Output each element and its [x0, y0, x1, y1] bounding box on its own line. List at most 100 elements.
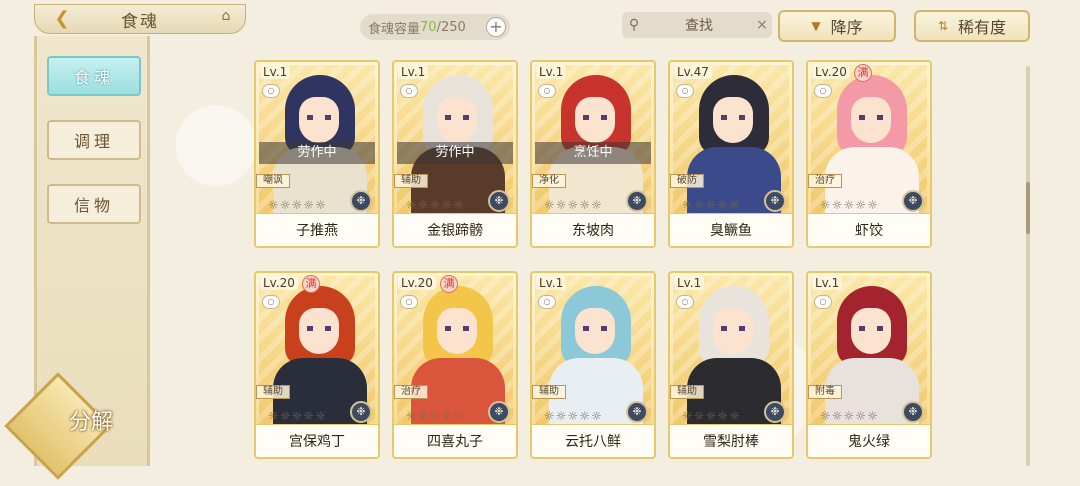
food-soul-card[interactable]: Lv.1 ○ 烹饪中 净化 ☼☼☼☼☼ ❉ 东坡肉 [530, 60, 656, 248]
portrait-eyes [721, 115, 745, 120]
role-tag: 附毒 [808, 385, 842, 399]
element-icon: ❉ [350, 190, 372, 212]
portrait-face [575, 97, 615, 143]
sidebar-item-food-soul[interactable]: 食魂 [47, 56, 141, 96]
lock-toggle-icon[interactable]: ○ [262, 295, 280, 309]
star-icon: ☼ [268, 409, 280, 423]
lock-toggle-icon[interactable]: ○ [538, 84, 556, 98]
star-icon: ☼ [555, 198, 568, 212]
star-icon: ☼ [820, 409, 832, 423]
element-icon: ❉ [488, 401, 510, 423]
element-icon: ❉ [626, 190, 648, 212]
level-label: Lv.47 [674, 65, 712, 79]
role-tag: 净化 [532, 174, 566, 188]
food-soul-card[interactable]: Lv.1 ○ 劳作中 辅助 ☼☼☼☼☼ ❉ 金银蹄髈 [392, 60, 518, 248]
portrait-face [437, 308, 477, 354]
role-tag: 辅助 [256, 385, 290, 399]
level-label: Lv.20 [260, 276, 298, 290]
character-name: 宫保鸡丁 [256, 424, 378, 457]
add-capacity-button[interactable]: + [486, 17, 506, 37]
search-label[interactable]: 查找 [646, 15, 752, 35]
scrollbar[interactable] [1026, 66, 1030, 466]
star-rating: ☼☼☼☼☼ [682, 198, 741, 212]
sidebar-item-tokens[interactable]: 信物 [47, 184, 141, 224]
star-icon: ☼ [591, 409, 603, 423]
capacity-max: 250 [440, 19, 466, 35]
element-icon: ❉ [350, 401, 372, 423]
back-arrow-icon[interactable]: ❮ [46, 6, 78, 30]
status-banner: 烹饪中 [535, 142, 651, 164]
lock-toggle-icon[interactable]: ○ [400, 84, 418, 98]
food-soul-card[interactable]: Lv.1 ○ 辅助 ☼☼☼☼☼ ❉ 云托八鲜 [530, 271, 656, 459]
star-rating: ☼☼☼☼☼ [268, 409, 327, 423]
star-icon: ☼ [820, 198, 832, 212]
scroll-thumb[interactable] [1026, 182, 1030, 234]
character-name: 云托八鲜 [532, 424, 654, 457]
role-tag: 破防 [670, 174, 704, 188]
star-icon: ☼ [544, 198, 556, 212]
sort-rarity-button[interactable]: ⇅ 稀有度 [914, 10, 1030, 42]
lock-toggle-icon[interactable]: ○ [538, 295, 556, 309]
star-icon: ☼ [555, 409, 568, 423]
portrait-face [299, 308, 339, 354]
star-icon: ☼ [831, 409, 844, 423]
star-icon: ☼ [705, 198, 718, 212]
food-soul-card[interactable]: Lv.20 满 ○ 治疗 ☼☼☼☼☼ ❉ 四喜丸子 [392, 271, 518, 459]
star-icon: ☼ [867, 198, 879, 212]
star-rating: ☼☼☼☼☼ [820, 409, 879, 423]
element-icon: ❉ [488, 190, 510, 212]
star-icon: ☼ [693, 409, 706, 423]
portrait-eyes [721, 326, 745, 331]
lock-toggle-icon[interactable]: ○ [400, 295, 418, 309]
element-icon: ❉ [764, 401, 786, 423]
portrait-eyes [859, 326, 883, 331]
star-icon: ☼ [591, 198, 603, 212]
star-icon: ☼ [453, 409, 465, 423]
star-icon: ☼ [441, 409, 454, 423]
star-icon: ☼ [855, 409, 868, 423]
food-soul-card[interactable]: Lv.1 ○ 辅助 ☼☼☼☼☼ ❉ 雪梨肘棒 [668, 271, 794, 459]
level-label: Lv.1 [260, 65, 291, 79]
portrait-face [299, 97, 339, 143]
search-box[interactable]: ⚲ 查找 × [622, 12, 772, 38]
sort-order-button[interactable]: ▼ 降序 [778, 10, 896, 42]
star-rating: ☼☼☼☼☼ [682, 409, 741, 423]
food-soul-card[interactable]: Lv.20 满 ○ 治疗 ☼☼☼☼☼ ❉ 虾饺 [806, 60, 932, 248]
role-tag: 辅助 [532, 385, 566, 399]
star-icon: ☼ [291, 409, 304, 423]
food-soul-card[interactable]: Lv.20 满 ○ 辅助 ☼☼☼☼☼ ❉ 宫保鸡丁 [254, 271, 380, 459]
portrait-face [713, 308, 753, 354]
lock-toggle-icon[interactable]: ○ [262, 84, 280, 98]
star-icon: ☼ [855, 198, 868, 212]
home-icon[interactable]: ⌂ [212, 8, 240, 28]
lock-toggle-icon[interactable]: ○ [814, 295, 832, 309]
level-label: Lv.1 [536, 276, 567, 290]
portrait-face [851, 308, 891, 354]
sidebar-item-cooking[interactable]: 调理 [47, 120, 141, 160]
lock-toggle-icon[interactable]: ○ [676, 295, 694, 309]
decompose-label[interactable]: 分解 [56, 404, 126, 436]
element-icon: ❉ [902, 401, 924, 423]
lock-toggle-icon[interactable]: ○ [676, 84, 694, 98]
lock-toggle-icon[interactable]: ○ [814, 84, 832, 98]
character-name: 鬼火绿 [808, 424, 930, 457]
star-icon: ☼ [717, 409, 730, 423]
capacity-label: 食魂容量 [368, 21, 421, 37]
status-banner: 劳作中 [259, 142, 375, 164]
element-icon: ❉ [764, 190, 786, 212]
sort-order-label: 降序 [830, 18, 863, 37]
star-icon: ☼ [291, 198, 304, 212]
star-icon: ☼ [279, 198, 292, 212]
star-icon: ☼ [579, 409, 592, 423]
max-badge: 满 [302, 275, 320, 293]
food-soul-card[interactable]: Lv.47 ○ 破防 ☼☼☼☼☼ ❉ 臭鳜鱼 [668, 60, 794, 248]
star-icon: ☼ [417, 198, 430, 212]
role-tag: 嘲讽 [256, 174, 290, 188]
capacity-indicator: 食魂容量 70 / 250 + [360, 14, 510, 40]
food-soul-card[interactable]: Lv.1 ○ 劳作中 嘲讽 ☼☼☼☼☼ ❉ 子推燕 [254, 60, 380, 248]
clear-icon[interactable]: × [752, 17, 772, 33]
capacity-current: 70 [420, 19, 437, 35]
food-soul-card[interactable]: Lv.1 ○ 附毒 ☼☼☼☼☼ ❉ 鬼火绿 [806, 271, 932, 459]
star-icon: ☼ [729, 409, 741, 423]
character-name: 虾饺 [808, 213, 930, 246]
